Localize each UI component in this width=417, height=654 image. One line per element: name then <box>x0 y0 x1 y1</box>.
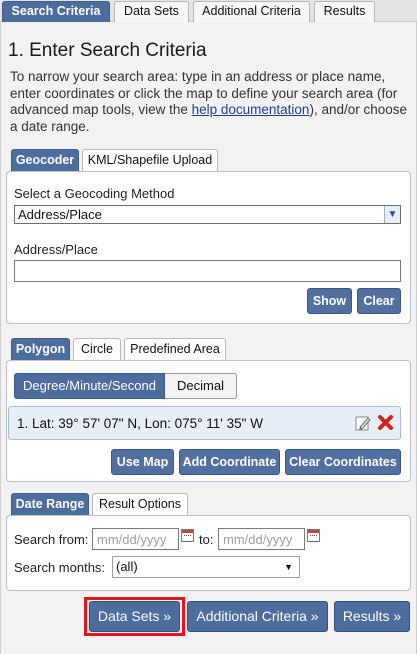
geocoding-method-value: Address/Place <box>18 207 102 222</box>
degree-minute-second-toggle[interactable]: Degree/Minute/Second <box>14 373 165 399</box>
tab-kml-shapefile-upload[interactable]: KML/Shapefile Upload <box>82 149 218 171</box>
clear-coordinates-button[interactable]: Clear Coordinates <box>285 449 401 475</box>
delete-icon[interactable] <box>377 414 394 431</box>
tab-result-options[interactable]: Result Options <box>92 493 188 515</box>
tab-geocoder[interactable]: Geocoder <box>11 149 79 171</box>
search-from-input[interactable] <box>92 528 179 550</box>
page-title: 1. Enter Search Criteria <box>8 40 207 61</box>
data-sets-next-button[interactable]: Data Sets » <box>89 601 180 632</box>
intro-text: To narrow your search area: type in an a… <box>10 69 410 135</box>
tab-circle[interactable]: Circle <box>73 338 121 360</box>
add-coordinate-button[interactable]: Add Coordinate <box>179 449 280 475</box>
tab-date-range[interactable]: Date Range <box>11 493 89 515</box>
search-from-label: Search from: <box>14 532 89 547</box>
chevron-down-icon: ▼ <box>384 206 400 223</box>
edit-icon[interactable] <box>354 414 372 432</box>
search-to-label: to: <box>199 532 214 547</box>
chevron-down-icon: ▼ <box>284 562 293 572</box>
tab-polygon[interactable]: Polygon <box>11 338 70 360</box>
tab-predefined-area[interactable]: Predefined Area <box>124 338 226 360</box>
use-map-button[interactable]: Use Map <box>111 449 174 475</box>
date-range-box <box>6 515 411 591</box>
coordinate-row: 1. Lat: 39° 57' 07" N, Lon: 075° 11' 35"… <box>8 406 401 440</box>
calendar-icon[interactable] <box>181 529 194 542</box>
coordinate-text: 1. Lat: 39° 57' 07" N, Lon: 075° 11' 35"… <box>17 416 263 431</box>
search-months-select[interactable]: (all) ▼ <box>112 556 300 578</box>
tab-additional-criteria[interactable]: Additional Criteria <box>193 1 310 22</box>
main-tab-bar: Search Criteria Data Sets Additional Cri… <box>0 0 417 22</box>
help-documentation-link[interactable]: help documentation <box>192 102 310 117</box>
tab-search-criteria[interactable]: Search Criteria <box>2 1 110 22</box>
additional-criteria-next-button[interactable]: Additional Criteria » <box>187 601 328 632</box>
decimal-toggle[interactable]: Decimal <box>165 373 237 399</box>
address-place-input[interactable] <box>14 260 401 282</box>
calendar-icon[interactable] <box>307 529 320 542</box>
search-months-value: (all) <box>116 559 138 574</box>
clear-button[interactable]: Clear <box>357 288 401 314</box>
search-months-label: Search months: <box>14 560 106 575</box>
show-button[interactable]: Show <box>307 288 352 314</box>
search-to-input[interactable] <box>218 528 305 550</box>
address-place-label: Address/Place <box>14 242 98 257</box>
geocoding-method-label: Select a Geocoding Method <box>14 186 175 201</box>
geocoding-method-select[interactable]: Address/Place ▼ <box>14 205 401 224</box>
tab-data-sets[interactable]: Data Sets <box>114 1 189 22</box>
tab-results[interactable]: Results <box>314 1 375 22</box>
results-next-button[interactable]: Results » <box>334 601 410 632</box>
